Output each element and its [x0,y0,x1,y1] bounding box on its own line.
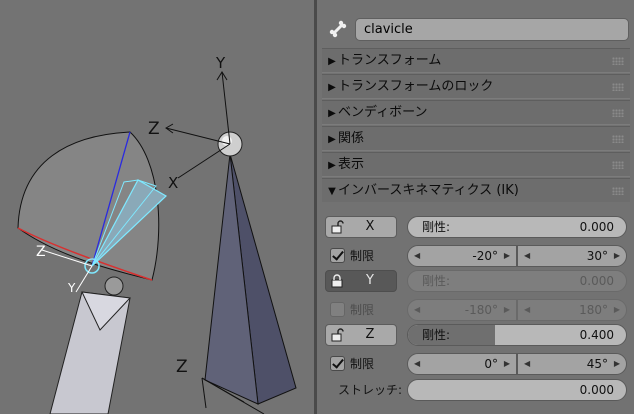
locked-padlock-icon [331,274,343,288]
stiffness-label: 剛性: [422,274,451,288]
collapse-arrow-icon: ▶ [328,56,336,67]
section-label: ベンディボーン [338,105,428,120]
increment-arrow-icon[interactable]: ▶ [614,246,620,266]
ik-max-y-field[interactable]: ◀ 180° ▶ [517,299,627,321]
section-label: トランスフォームのロック [338,79,494,94]
ik-limit-x-label: 制限 [350,249,375,263]
ik-limit-z-checkbox[interactable] [330,356,345,371]
decrement-arrow-icon[interactable]: ◀ [414,354,420,374]
bone-icon [329,20,347,38]
unlocked-padlock-icon [331,220,344,234]
top-y-label: Y [215,54,226,72]
bottom-z-label: Z [176,357,188,377]
ik-max-z-value: 45° [586,357,608,371]
ik-lock-z-toggle[interactable]: Z [325,324,397,346]
drag-handle-icon[interactable] [612,83,624,91]
ik-max-x-field[interactable]: ◀ 30° ▶ [517,245,627,267]
ik-stiffness-y-slider[interactable]: 剛性: 0.000 [407,270,627,292]
section-label: 関係 [338,131,365,146]
decrement-arrow-icon[interactable]: ◀ [414,300,420,320]
ik-min-y-value: -180° [464,303,498,317]
increment-arrow-icon[interactable]: ▶ [504,300,510,320]
bone-name-row: clavicle [325,16,629,42]
left-z-label: Z [36,244,46,260]
section-display[interactable]: ▶ 表示 [322,152,630,177]
forearm-joint[interactable] [104,276,124,296]
stiffness-value: 0.000 [579,274,614,288]
ik-min-z-value: 0° [484,357,498,371]
collapse-arrow-icon: ▶ [328,82,336,93]
section-transform-locks[interactable]: ▶ トランスフォームのロック [322,74,630,99]
ik-lock-x-toggle[interactable]: X [325,216,397,238]
ik-stiffness-z-slider[interactable]: 剛性: 0.400 [407,324,627,346]
ik-stretch-slider[interactable]: 0.000 [407,379,627,401]
ik-lock-y-toggle[interactable]: Y [325,270,397,292]
ik-settings: X 剛性: 0.000 制限 ◀ -20° ▶ ◀ 30° ▶ Y 剛性: 0.… [322,202,630,414]
decrement-arrow-icon[interactable]: ◀ [524,354,530,374]
axis-label: Z [365,327,375,342]
3d-viewport[interactable]: Z Y Y Z X Z [0,0,314,414]
stiffness-label: 剛性: [422,220,451,234]
drag-handle-icon[interactable] [612,109,624,117]
ik-stiffness-x-slider[interactable]: 剛性: 0.000 [407,216,627,238]
section-relations[interactable]: ▶ 関係 [322,126,630,151]
ik-max-z-field[interactable]: ◀ 45° ▶ [517,353,627,375]
increment-arrow-icon[interactable]: ▶ [504,246,510,266]
collapse-arrow-icon: ▶ [328,134,336,145]
ik-stretch-label: ストレッチ: [338,383,403,397]
left-y-label: Y [67,281,76,295]
top-z-label: Z [148,119,160,139]
increment-arrow-icon[interactable]: ▶ [504,354,510,374]
ik-max-y-value: 180° [579,303,608,317]
collapse-arrow-icon: ▶ [328,108,336,119]
ik-min-z-field[interactable]: ◀ 0° ▶ [407,353,517,375]
stiffness-value: 0.400 [579,328,614,342]
top-x-label: X [168,174,178,192]
ik-stretch-value: 0.000 [579,383,614,397]
decrement-arrow-icon[interactable]: ◀ [524,300,530,320]
section-transform[interactable]: ▶ トランスフォーム [322,48,630,73]
ik-min-y-field[interactable]: ◀ -180° ▶ [407,299,517,321]
increment-arrow-icon[interactable]: ▶ [614,354,620,374]
section-label: 表示 [338,157,365,172]
drag-handle-icon[interactable] [612,135,624,143]
increment-arrow-icon[interactable]: ▶ [614,300,620,320]
section-label: インバースキネマティクス (IK) [338,183,519,198]
drag-handle-icon[interactable] [612,187,624,195]
ik-limit-z-label: 制限 [350,357,375,371]
section-inverse-kinematics[interactable]: ▼ インバースキネマティクス (IK) [322,178,630,203]
drag-handle-icon[interactable] [612,161,624,169]
expand-arrow-icon: ▼ [328,186,336,197]
ik-limit-x-checkbox[interactable] [330,248,345,263]
bone-properties-panel: clavicle ▶ トランスフォーム ▶ トランスフォームのロック ▶ ベンディボー… [317,0,634,414]
stiffness-label: 剛性: [422,328,451,342]
section-label: トランスフォーム [338,53,442,68]
bone-name-field[interactable]: clavicle [355,18,629,41]
collapse-arrow-icon: ▶ [328,160,336,171]
decrement-arrow-icon[interactable]: ◀ [414,246,420,266]
ik-min-x-value: -20° [472,249,498,263]
viewport-scene: Z Y Y Z X Z [17,54,297,414]
drag-handle-icon[interactable] [612,57,624,65]
unlocked-padlock-icon [331,328,344,342]
ik-min-x-field[interactable]: ◀ -20° ▶ [407,245,517,267]
stiffness-value: 0.000 [579,220,614,234]
ik-max-x-value: 30° [586,249,608,263]
ik-limit-y-checkbox[interactable] [330,302,345,317]
ik-limit-y-label: 制限 [350,303,375,317]
axis-label: X [365,219,375,234]
section-bendy-bones[interactable]: ▶ ベンディボーン [322,100,630,125]
decrement-arrow-icon[interactable]: ◀ [524,246,530,266]
axis-label: Y [366,273,374,288]
